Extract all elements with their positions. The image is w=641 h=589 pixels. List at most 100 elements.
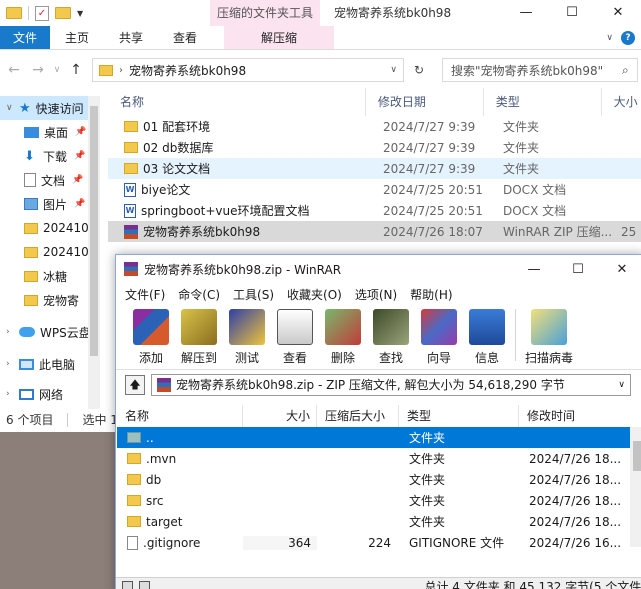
scan-virus-button[interactable]: 扫描病毒 bbox=[521, 309, 577, 366]
menu-help[interactable]: 帮助(H) bbox=[410, 286, 452, 303]
maximize-button[interactable]: ☐ bbox=[549, 0, 595, 26]
expand-ribbon-icon[interactable]: ∨ bbox=[606, 33, 613, 43]
nav-item-folder[interactable]: 202410 bbox=[0, 216, 100, 240]
file-row[interactable]: 01 配套环境 2024/7/27 9:39 文件夹 bbox=[108, 116, 641, 137]
nav-item-network[interactable]: › 网络 bbox=[0, 382, 100, 406]
column-header-date[interactable]: 修改日期 bbox=[366, 88, 484, 116]
wizard-button[interactable]: 向导 bbox=[416, 309, 462, 366]
delete-button[interactable]: 删除 bbox=[320, 309, 366, 366]
menu-tools[interactable]: 工具(S) bbox=[233, 286, 274, 303]
find-button[interactable]: 查找 bbox=[368, 309, 414, 366]
archive-row[interactable]: target 文件夹 2024/7/26 18... bbox=[117, 511, 641, 532]
test-button[interactable]: 测试 bbox=[224, 309, 270, 366]
column-header-size[interactable]: 大小 bbox=[243, 405, 317, 427]
drive-icon[interactable] bbox=[122, 580, 134, 589]
close-button[interactable]: ✕ bbox=[600, 262, 641, 277]
tab-extract[interactable]: 解压缩 bbox=[224, 26, 335, 49]
back-arrow-icon[interactable]: ← bbox=[4, 62, 24, 78]
nav-item-downloads[interactable]: ⬇ 下载 📌 bbox=[0, 144, 100, 168]
winrar-window: 宠物寄养系统bk0h98.zip - WinRAR — ☐ ✕ 文件(F) 命令… bbox=[115, 254, 641, 589]
tab-share[interactable]: 共享 bbox=[104, 26, 158, 49]
tab-view[interactable]: 查看 bbox=[158, 26, 212, 49]
file-row[interactable]: 02 db数据库 2024/7/27 9:39 文件夹 bbox=[108, 137, 641, 158]
folder-icon bbox=[24, 222, 38, 234]
chevron-right-icon[interactable]: › bbox=[6, 389, 14, 399]
up-folder-button[interactable]: 🡅 bbox=[125, 374, 145, 395]
menu-favorites[interactable]: 收藏夹(O) bbox=[287, 286, 342, 303]
column-header-type[interactable]: 类型 bbox=[484, 88, 602, 116]
menu-options[interactable]: 选项(N) bbox=[355, 286, 397, 303]
address-bar[interactable]: › 宠物寄养系统bk0h98 ∨ bbox=[92, 58, 404, 82]
column-header-name[interactable]: 名称 bbox=[117, 405, 243, 427]
view-button[interactable]: 查看 bbox=[272, 309, 318, 366]
nav-item-folder[interactable]: 202410 bbox=[0, 240, 100, 264]
properties-icon[interactable]: ✓ bbox=[35, 5, 49, 21]
refresh-icon[interactable]: ↻ bbox=[408, 63, 430, 77]
add-button[interactable]: 添加 bbox=[128, 309, 174, 366]
menu-commands[interactable]: 命令(C) bbox=[178, 286, 220, 303]
wizard-icon bbox=[421, 309, 457, 345]
nav-item-quick-access[interactable]: ∨ ★ 快速访问 bbox=[0, 96, 100, 120]
recent-locations-icon[interactable]: ∨ bbox=[52, 65, 62, 75]
entry-type: 文件夹 bbox=[409, 473, 446, 487]
entry-name: .mvn bbox=[146, 451, 177, 466]
column-header-size[interactable]: 大小 bbox=[602, 88, 641, 116]
nav-item-desktop[interactable]: 桌面 📌 bbox=[0, 120, 100, 144]
column-header-modified[interactable]: 修改时间 bbox=[519, 405, 629, 427]
column-header-name[interactable]: 名称 bbox=[108, 88, 366, 116]
chevron-down-icon[interactable]: ∨ bbox=[390, 65, 397, 75]
archive-list-header: 名称 大小 压缩后大小 类型 修改时间 bbox=[117, 405, 641, 427]
file-name: 宠物寄养系统bk0h98 bbox=[143, 225, 261, 239]
chevron-down-icon[interactable]: ∨ bbox=[6, 103, 14, 113]
entry-size: 364 bbox=[243, 535, 317, 550]
breadcrumb[interactable]: 宠物寄养系统bk0h98 bbox=[129, 62, 246, 79]
archive-row[interactable]: .mvn 文件夹 2024/7/26 18... bbox=[117, 448, 641, 469]
scrollbar-thumb[interactable] bbox=[90, 106, 98, 356]
tab-home[interactable]: 主页 bbox=[50, 26, 104, 49]
file-row[interactable]: Wbiye论文 2024/7/25 20:51 DOCX 文档 bbox=[108, 179, 641, 200]
folder-icon bbox=[127, 474, 141, 485]
nav-item-documents[interactable]: 文档 📌 bbox=[0, 168, 100, 192]
archive-path-dropdown[interactable]: 宠物寄养系统bk0h98.zip - ZIP 压缩文件, 解包大小为 54,61… bbox=[151, 373, 631, 396]
search-input[interactable]: 搜索"宠物寄养系统bk0h98" bbox=[442, 58, 638, 82]
close-button[interactable]: ✕ bbox=[595, 0, 641, 26]
nav-item-label: 桌面 bbox=[44, 125, 69, 140]
nav-item-wps-cloud[interactable]: › WPS云盘 bbox=[0, 320, 100, 344]
archive-row[interactable]: .gitignore 364 224 GITIGNORE 文件 2024/7/2… bbox=[117, 532, 641, 553]
chevron-right-icon[interactable]: › bbox=[6, 359, 14, 369]
key-icon[interactable] bbox=[139, 580, 151, 589]
nav-item-pictures[interactable]: 图片 📌 bbox=[0, 192, 100, 216]
help-icon[interactable]: ? bbox=[621, 30, 635, 45]
menu-file[interactable]: 文件(F) bbox=[125, 286, 165, 303]
archive-row[interactable]: src 文件夹 2024/7/26 18... bbox=[117, 490, 641, 511]
nav-scrollbar[interactable] bbox=[88, 96, 100, 409]
archive-list-scrollbar[interactable] bbox=[630, 427, 641, 547]
forward-arrow-icon[interactable]: → bbox=[28, 62, 48, 78]
search-icon[interactable]: ⌕ bbox=[622, 63, 629, 78]
network-icon bbox=[19, 388, 34, 400]
new-folder-icon[interactable] bbox=[55, 7, 71, 19]
file-row[interactable]: Wspringboot+vue环境配置文档 2024/7/25 20:51 DO… bbox=[108, 200, 641, 221]
minimize-button[interactable]: — bbox=[512, 262, 556, 277]
maximize-button[interactable]: ☐ bbox=[556, 262, 600, 277]
column-header-type[interactable]: 类型 bbox=[399, 405, 519, 427]
file-row[interactable]: 03 论文文档 2024/7/27 9:39 文件夹 bbox=[108, 158, 641, 179]
column-header-packed[interactable]: 压缩后大小 bbox=[317, 405, 399, 427]
tab-file[interactable]: 文件 bbox=[0, 26, 51, 49]
chevron-right-icon[interactable]: › bbox=[119, 65, 123, 76]
info-button[interactable]: 信息 bbox=[464, 309, 510, 366]
chevron-right-icon[interactable]: › bbox=[6, 327, 14, 337]
archive-row[interactable]: .. 文件夹 bbox=[117, 427, 641, 448]
nav-item-folder[interactable]: 冰糖 bbox=[0, 264, 100, 288]
customize-toolbar-icon[interactable]: ▼ bbox=[77, 9, 83, 18]
scrollbar-thumb[interactable] bbox=[633, 441, 641, 471]
extract-to-button[interactable]: 解压到 bbox=[176, 309, 222, 366]
archive-row[interactable]: db 文件夹 2024/7/26 18... bbox=[117, 469, 641, 490]
minimize-button[interactable]: — bbox=[503, 0, 549, 26]
file-row[interactable]: 宠物寄养系统bk0h98 2024/7/26 18:07 WinRAR ZIP … bbox=[108, 221, 641, 242]
nav-item-this-pc[interactable]: › 此电脑 bbox=[0, 352, 100, 376]
up-arrow-icon[interactable]: ↑ bbox=[66, 62, 86, 78]
nav-item-folder[interactable]: 宠物寄 bbox=[0, 288, 100, 312]
winrar-toolbar: 添加 解压到 测试 查看 删除 查找 向导 信息 扫描病毒 bbox=[116, 305, 641, 369]
chevron-down-icon[interactable]: ∨ bbox=[618, 380, 625, 390]
